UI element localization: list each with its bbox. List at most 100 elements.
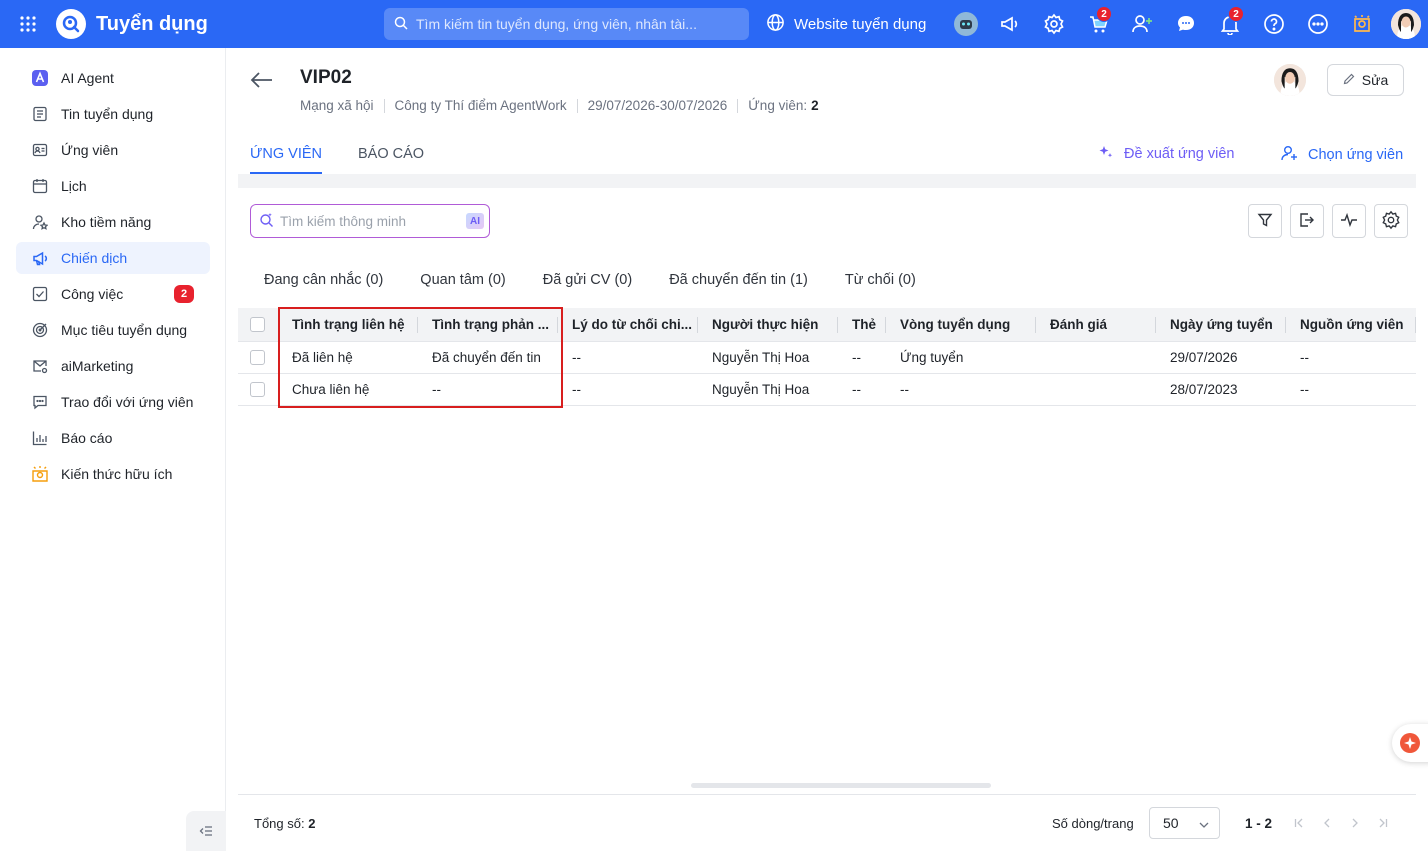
cell-reject-reason: --	[572, 350, 581, 365]
last-page-icon[interactable]	[1375, 815, 1391, 831]
idea-icon[interactable]	[1340, 0, 1384, 48]
first-page-icon[interactable]	[1291, 815, 1307, 831]
sidebar-item-label: Lịch	[61, 178, 87, 194]
divider	[576, 98, 578, 113]
campaign-company: Công ty Thí điểm AgentWork	[394, 98, 567, 113]
app-brand[interactable]: Tuyển dụng	[56, 9, 208, 39]
column-header-contact-status[interactable]: Tình trạng liên hệ	[278, 308, 418, 341]
divider	[737, 98, 739, 113]
suggest-label: Đề xuất ứng viên	[1124, 146, 1235, 162]
user-avatar[interactable]	[1384, 0, 1428, 48]
sidebar-item-reports[interactable]: Báo cáo	[16, 422, 210, 454]
table-row[interactable]: Đã liên hệ Đã chuyển đến tin -- Nguyễn T…	[238, 342, 1416, 374]
settings-gear-icon[interactable]	[1032, 0, 1076, 48]
sidebar-item-label: aiMarketing	[61, 358, 134, 374]
filter-interested[interactable]: Quan tâm (0)	[420, 272, 505, 288]
select-all-checkbox[interactable]	[250, 317, 265, 332]
activity-button[interactable]	[1332, 204, 1366, 238]
column-header-tags[interactable]: Thẻ	[838, 308, 886, 341]
website-link[interactable]: Website tuyển dụng	[766, 0, 926, 48]
tab-reports[interactable]: BÁO CÁO	[358, 146, 424, 174]
cell-source: --	[1300, 350, 1309, 365]
column-header-recruit-round[interactable]: Vòng tuyển dụng	[886, 308, 1036, 341]
owner-avatar[interactable]	[1274, 64, 1306, 96]
choose-candidates-button[interactable]: Chọn ứng viên	[1280, 144, 1403, 166]
sidebar-item-recruit-goals[interactable]: Mục tiêu tuyển dụng	[16, 314, 210, 346]
robot-avatar-icon[interactable]	[944, 0, 988, 48]
back-arrow-icon[interactable]	[248, 66, 276, 94]
target-icon	[31, 321, 49, 339]
sidebar-item-tasks[interactable]: Công việc 2	[16, 278, 210, 310]
filter-button[interactable]	[1248, 204, 1282, 238]
row-select-cell	[238, 342, 278, 373]
sidebar-item-candidate-chat[interactable]: Trao đổi với ứng viên	[16, 386, 210, 418]
sidebar-item-aimarketing[interactable]: aiMarketing	[16, 350, 210, 382]
smart-search[interactable]: AI	[250, 204, 490, 238]
table-footer: Tổng số: 2 Số dòng/trang 50 1 - 2	[238, 794, 1416, 851]
floating-assistant-button[interactable]	[1392, 724, 1428, 762]
pagination	[1291, 815, 1391, 831]
prev-page-icon[interactable]	[1319, 815, 1335, 831]
add-user-icon[interactable]	[1120, 0, 1164, 48]
checkbox-icon	[31, 285, 49, 303]
sidebar-item-knowledge[interactable]: Kiến thức hữu ích	[16, 458, 210, 490]
export-button[interactable]	[1290, 204, 1324, 238]
cart-icon[interactable]: 2	[1076, 0, 1120, 48]
column-header-source[interactable]: Nguồn ứng viên	[1286, 308, 1416, 341]
notification-bell-icon[interactable]: 2	[1208, 0, 1252, 48]
filter-cv-sent[interactable]: Đã gửi CV (0)	[543, 272, 632, 288]
collapse-sidebar-button[interactable]	[186, 811, 226, 851]
row-checkbox[interactable]	[250, 350, 265, 365]
column-header-rating[interactable]: Đánh giá	[1036, 308, 1156, 341]
tasks-badge: 2	[174, 285, 194, 303]
suggest-candidates-button[interactable]: Đề xuất ứng viên	[1098, 144, 1234, 164]
column-header-response-status[interactable]: Tình trạng phản ...	[418, 308, 558, 341]
column-header-reject-reason[interactable]: Lý do từ chối chi...	[558, 308, 698, 341]
smart-search-input[interactable]	[280, 213, 460, 229]
activity-icon	[1340, 212, 1358, 231]
ai-search-icon	[259, 212, 274, 230]
cell-response-status: --	[432, 382, 441, 397]
apps-grid-icon[interactable]	[0, 0, 56, 48]
cell-tags: --	[852, 382, 861, 397]
edit-button[interactable]: Sửa	[1327, 64, 1404, 96]
cell-recruit-round: --	[900, 382, 909, 397]
candidates-table: Tình trạng liên hệ Tình trạng phản ... L…	[238, 307, 1416, 408]
filter-considering[interactable]: Đang cân nhắc (0)	[264, 272, 383, 288]
help-icon[interactable]	[1252, 0, 1296, 48]
filter-moved-to-job[interactable]: Đã chuyển đến tin (1)	[669, 272, 808, 288]
table-header-row: Tình trạng liên hệ Tình trạng phản ... L…	[238, 308, 1416, 342]
table-settings-button[interactable]	[1374, 204, 1408, 238]
global-search[interactable]	[384, 8, 749, 40]
horizontal-scrollbar[interactable]	[691, 783, 991, 788]
search-input[interactable]	[416, 16, 736, 32]
chat-icon	[31, 393, 49, 411]
column-header-apply-date[interactable]: Ngày ứng tuyển	[1156, 308, 1286, 341]
filter-rejected[interactable]: Từ chối (0)	[845, 272, 916, 288]
chat-icon[interactable]	[1164, 0, 1208, 48]
main-content: VIP02 Mạng xã hội Công ty Thí điểm Agent…	[226, 48, 1428, 851]
sidebar-item-job-posts[interactable]: Tin tuyển dụng	[16, 98, 210, 130]
row-checkbox[interactable]	[250, 382, 265, 397]
lightbulb-icon	[31, 465, 49, 483]
more-options-icon[interactable]	[1296, 0, 1340, 48]
rows-per-page-select[interactable]: 50	[1149, 807, 1220, 839]
cell-contact-status: Chưa liên hệ	[292, 382, 370, 397]
megaphone-icon[interactable]	[988, 0, 1032, 48]
cell-contact-status: Đã liên hệ	[292, 350, 353, 365]
sidebar-item-talent-pool[interactable]: Kho tiềm năng	[16, 206, 210, 238]
campaign-date-range: 29/07/2026-30/07/2026	[587, 98, 728, 113]
cell-source: --	[1300, 382, 1309, 397]
sidebar-item-calendar[interactable]: Lịch	[16, 170, 210, 202]
sidebar-item-campaigns[interactable]: Chiến dịch	[16, 242, 210, 274]
cell-tags: --	[852, 350, 861, 365]
next-page-icon[interactable]	[1347, 815, 1363, 831]
table-row[interactable]: Chưa liên hệ -- -- Nguyễn Thị Hoa -- -- …	[238, 374, 1416, 406]
top-bar: Tuyển dụng Website tuyển dụng 2	[0, 0, 1428, 48]
tab-candidates[interactable]: ỨNG VIÊN	[250, 146, 323, 174]
sidebar-item-ai-agent[interactable]: AI Agent	[16, 62, 210, 94]
choose-label: Chọn ứng viên	[1308, 147, 1404, 163]
sidebar-item-candidates[interactable]: Ứng viên	[16, 134, 210, 166]
column-header-performer[interactable]: Người thực hiện	[698, 308, 838, 341]
cell-apply-date: 29/07/2026	[1170, 350, 1238, 365]
